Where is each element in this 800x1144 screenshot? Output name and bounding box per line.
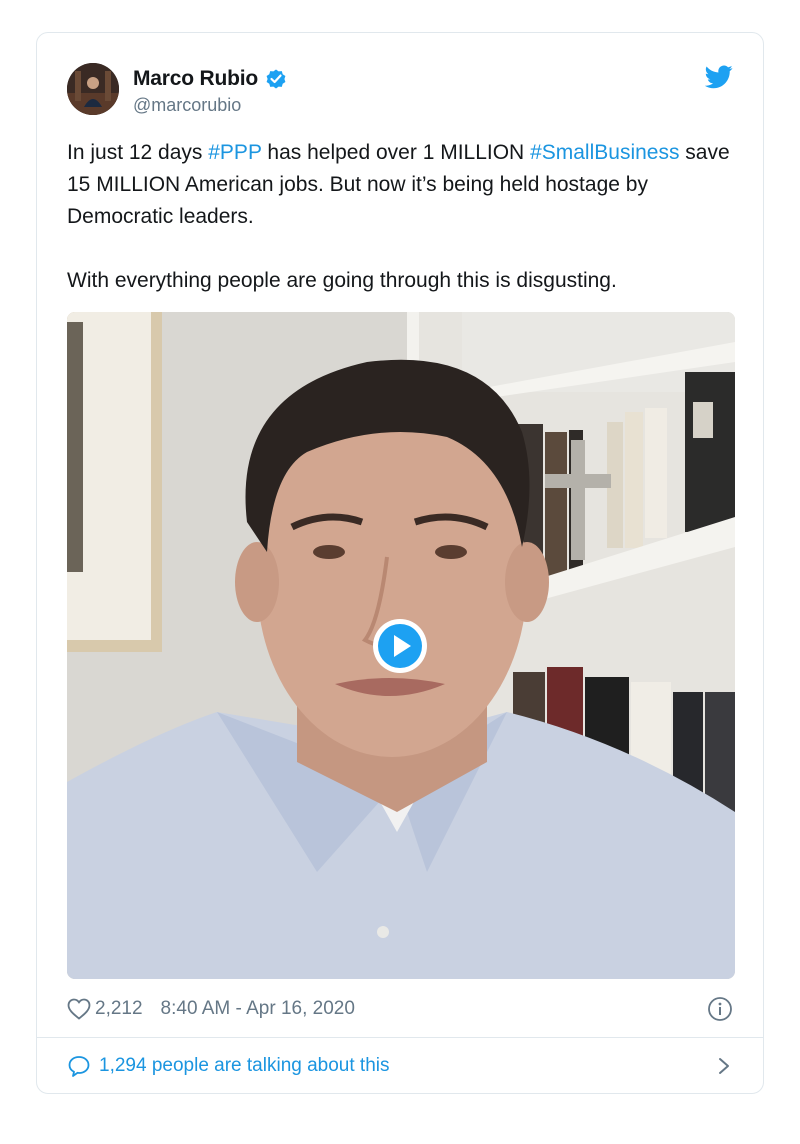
info-icon[interactable] xyxy=(707,996,733,1022)
display-name[interactable]: Marco Rubio xyxy=(133,67,258,91)
like-count: 2,212 xyxy=(95,998,143,1019)
tweet-text: In just 12 days #PPP has helped over 1 M… xyxy=(67,137,735,297)
conversation-link[interactable]: 1,294 people are talking about this xyxy=(67,1051,733,1081)
talking-text: 1,294 people are talking about this xyxy=(99,1055,390,1076)
tweet-text-segment: With everything people are going through… xyxy=(67,269,617,292)
play-icon[interactable] xyxy=(371,617,429,675)
divider xyxy=(37,1037,763,1038)
name-row: Marco Rubio xyxy=(133,67,288,91)
tweet-paragraph: With everything people are going through… xyxy=(67,265,735,297)
timestamp[interactable]: 8:40 AM - Apr 16, 2020 xyxy=(161,998,355,1020)
comment-bubble-icon xyxy=(68,1056,90,1077)
hashtag-link[interactable]: #PPP xyxy=(208,141,261,164)
tweet-text-segment: In just 12 days xyxy=(67,141,209,164)
heart-icon xyxy=(67,998,91,1020)
video-player[interactable] xyxy=(67,312,735,979)
twitter-bird-icon[interactable] xyxy=(704,65,733,89)
tweet-card: Marco Rubio @marcorubio In just 12 days … xyxy=(36,32,764,1094)
name-block: Marco Rubio @marcorubio xyxy=(133,67,288,116)
tweet-header: Marco Rubio @marcorubio xyxy=(67,63,733,119)
verified-badge-icon xyxy=(264,67,288,91)
tweet-paragraph: In just 12 days #PPP has helped over 1 M… xyxy=(67,137,735,233)
hashtag-link[interactable]: #SmallBusiness xyxy=(530,141,679,164)
user-handle[interactable]: @marcorubio xyxy=(133,95,288,116)
like-button[interactable]: 2,212 xyxy=(67,998,143,1020)
chevron-right-icon xyxy=(719,1058,729,1074)
tweet-meta: 2,212 8:40 AM - Apr 16, 2020 xyxy=(67,995,733,1023)
tweet-text-segment: has helped over 1 MILLION xyxy=(261,141,531,164)
avatar[interactable] xyxy=(67,63,119,115)
